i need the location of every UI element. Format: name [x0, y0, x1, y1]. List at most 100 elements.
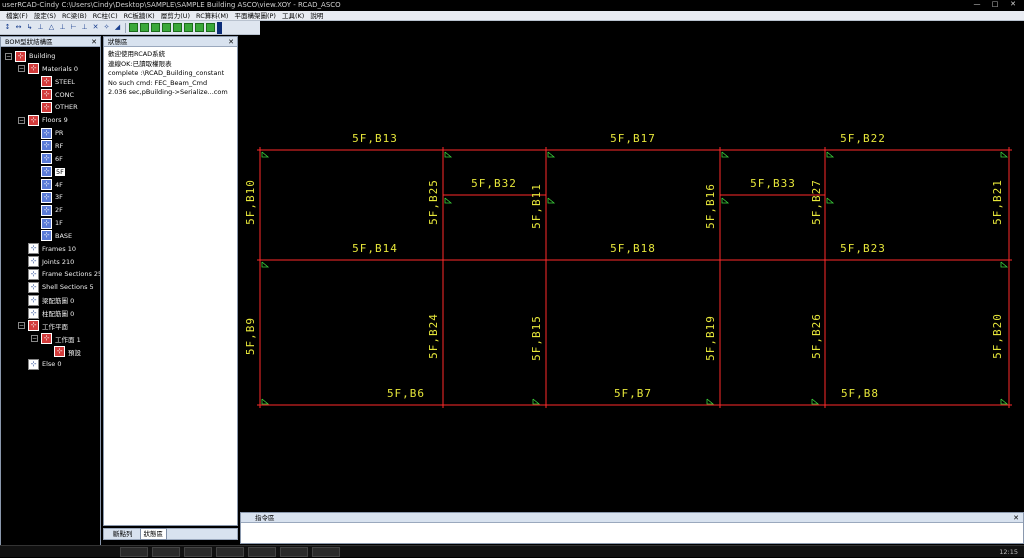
beam-label[interactable]: 5F,B22	[840, 132, 886, 145]
toolbar-tool-icon[interactable]: ↕	[3, 23, 12, 32]
tree-item[interactable]: ⊹ 柱配筋圖 0	[18, 307, 74, 319]
tree-item[interactable]: ⊹ 3F	[31, 191, 63, 203]
taskbar-item[interactable]	[248, 547, 276, 557]
view-tool-icon[interactable]	[162, 23, 171, 32]
beam-label[interactable]: 5F,B27	[810, 179, 823, 225]
beam-label[interactable]: 5F,B10	[244, 179, 257, 225]
tree-item[interactable]: − ⊹ Building	[5, 50, 55, 62]
beam-label[interactable]: 5F,B32	[471, 177, 517, 190]
tree-item[interactable]: ⊹ Frames 10	[18, 243, 76, 255]
tree-item[interactable]: ⊹ 5F	[31, 166, 65, 178]
menu-item[interactable]: RC梁(B)	[59, 11, 90, 21]
support-marker[interactable]	[547, 197, 556, 204]
toolbar-tool-icon[interactable]: ✧	[102, 23, 111, 32]
tree-item[interactable]: ⊹ STEEL	[31, 76, 75, 88]
beam-label[interactable]: 5F,B8	[841, 387, 879, 400]
support-marker[interactable]	[721, 197, 730, 204]
view-tool-icon[interactable]	[140, 23, 149, 32]
tree-item[interactable]: − ⊹ 工作面 1	[31, 333, 81, 345]
beam-label[interactable]: 5F,B24	[427, 313, 440, 359]
toolbar-tool-icon[interactable]: △	[47, 23, 56, 32]
tree-item[interactable]: ⊹ Frame Sections 25	[18, 268, 100, 280]
collapse-icon[interactable]: −	[18, 116, 25, 124]
close-icon[interactable]: ✕	[228, 37, 234, 47]
support-marker[interactable]	[1000, 151, 1009, 158]
tree-item[interactable]: ⊹ Shell Sections 5	[18, 281, 94, 293]
maximize-icon[interactable]: □	[988, 0, 1002, 9]
beam-label[interactable]: 5F,B21	[991, 179, 1004, 225]
beam-label[interactable]: 5F,B19	[704, 315, 717, 361]
support-marker[interactable]	[444, 197, 453, 204]
tree-item[interactable]: − ⊹ Materials 0	[18, 63, 78, 75]
tree-item[interactable]: ⊹ PR	[31, 127, 63, 139]
view-tool-icon[interactable]	[184, 23, 193, 32]
tree-item[interactable]: ⊹ Joints 210	[18, 256, 74, 268]
toolbar-tool-icon[interactable]: ↔	[14, 23, 23, 32]
tree-item[interactable]: ⊹ BASE	[31, 230, 72, 242]
tree-item[interactable]: ⊹ RF	[31, 140, 63, 152]
support-marker[interactable]	[826, 197, 835, 204]
toolbar-grip-icon[interactable]	[217, 21, 222, 34]
beam-label[interactable]: 5F,B16	[704, 183, 717, 229]
tree-item[interactable]: ⊹ 預設	[44, 346, 81, 358]
support-marker[interactable]	[811, 398, 820, 405]
menu-item[interactable]: 平面構架圖(P)	[231, 11, 279, 21]
menu-item[interactable]: 檔案(F)	[3, 11, 31, 21]
close-icon[interactable]: ✕	[1013, 513, 1019, 523]
tree-item[interactable]: ⊹ 6F	[31, 153, 63, 165]
beam-label[interactable]: 5F,B14	[352, 242, 398, 255]
support-marker[interactable]	[826, 151, 835, 158]
beam-label[interactable]: 5F,B9	[244, 317, 257, 355]
toolbar-tool-icon[interactable]: ⊥	[58, 23, 67, 32]
menu-item[interactable]: RC柱(C)	[90, 11, 121, 21]
tree-item[interactable]: − ⊹ 工作平面	[18, 320, 68, 332]
view-tool-icon[interactable]	[195, 23, 204, 32]
beam-label[interactable]: 5F,B26	[810, 313, 823, 359]
beam-label[interactable]: 5F,B33	[750, 177, 796, 190]
view-tool-icon[interactable]	[173, 23, 182, 32]
support-marker[interactable]	[547, 151, 556, 158]
taskbar-item[interactable]	[184, 547, 212, 557]
view-tool-icon[interactable]	[129, 23, 138, 32]
tree-item[interactable]: ⊹ CONC	[31, 89, 74, 101]
support-marker[interactable]	[532, 398, 541, 405]
taskbar-item[interactable]	[312, 547, 340, 557]
taskbar-item[interactable]	[280, 547, 308, 557]
tree-item[interactable]: ⊹ 梁配筋圖 0	[18, 294, 74, 306]
taskbar-item[interactable]	[120, 547, 148, 557]
menu-item[interactable]: 工具(K)	[279, 11, 307, 21]
support-marker[interactable]	[444, 151, 453, 158]
tree-item[interactable]: ⊹ 2F	[31, 204, 63, 216]
support-marker[interactable]	[261, 261, 270, 268]
menu-item[interactable]: RC算料(M)	[193, 11, 231, 21]
collapse-icon[interactable]: −	[5, 52, 12, 60]
tree-item[interactable]: ⊹ Else 0	[18, 358, 62, 370]
floor-plan[interactable]: 5F,B13 5F,B17 5F,B22 5F,B32 5F,B33 5F,B14 5F,B…	[240, 36, 1024, 510]
tree-item[interactable]: − ⊹ Floors 9	[18, 114, 68, 126]
toolbar-tool-icon[interactable]: ⊥	[36, 23, 45, 32]
support-marker[interactable]	[261, 151, 270, 158]
menu-item[interactable]: 說明	[307, 11, 326, 21]
beam-label[interactable]: 5F,B18	[610, 242, 656, 255]
toolbar-tool-icon[interactable]: ↳	[25, 23, 34, 32]
view-tool-icon[interactable]	[151, 23, 160, 32]
tree-item[interactable]: ⊹ OTHER	[31, 101, 78, 113]
support-marker[interactable]	[721, 151, 730, 158]
beam-label[interactable]: 5F,B25	[427, 179, 440, 225]
beam-label[interactable]: 5F,B7	[614, 387, 652, 400]
toolbar-tool-icon[interactable]: ⊥	[80, 23, 89, 32]
beam-label[interactable]: 5F,B13	[352, 132, 398, 145]
beam-label[interactable]: 5F,B20	[991, 313, 1004, 359]
beam-label[interactable]: 5F,B6	[387, 387, 425, 400]
tab-status[interactable]: 狀態區	[139, 528, 167, 540]
menu-item[interactable]: 層剪力(U)	[158, 11, 193, 21]
tree-item[interactable]: ⊹ 1F	[31, 217, 63, 229]
collapse-icon[interactable]: −	[18, 322, 25, 330]
toolbar-tool-icon[interactable]: ⊢	[69, 23, 78, 32]
beam-label[interactable]: 5F,B17	[610, 132, 656, 145]
taskbar-item[interactable]	[216, 547, 244, 557]
minimize-icon[interactable]: —	[970, 0, 984, 9]
collapse-icon[interactable]: −	[31, 335, 38, 343]
toolbar-tool-icon[interactable]: ◢	[113, 23, 122, 32]
beam-label[interactable]: 5F,B23	[840, 242, 886, 255]
